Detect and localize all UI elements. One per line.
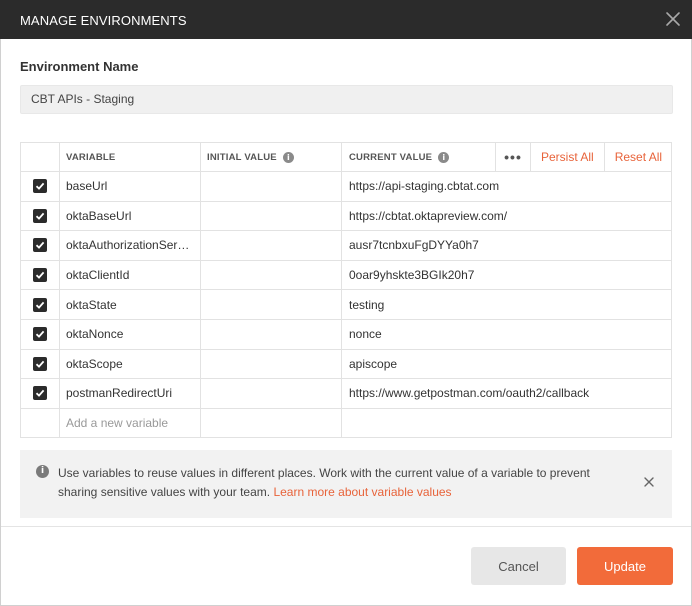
dialog-titlebar: MANAGE ENVIRONMENTS (0, 0, 692, 39)
variable-key-cell[interactable]: oktaNonce (60, 319, 201, 349)
dialog-title: MANAGE ENVIRONMENTS (20, 13, 187, 28)
reset-all-button[interactable]: Reset All (605, 143, 662, 171)
info-icon[interactable]: i (438, 151, 450, 163)
checkmark-icon (35, 183, 45, 191)
current-value-cell[interactable]: https://api-staging.cbtat.com (342, 172, 672, 201)
variable-key-cell[interactable]: oktaClientId (60, 260, 201, 290)
variable-key-cell[interactable]: oktaAuthorizationSer… (60, 231, 201, 260)
row-checkbox[interactable] (33, 356, 47, 371)
row-checkbox[interactable] (33, 327, 47, 342)
header-actions: ••• Persist All Reset All (495, 143, 662, 171)
update-button[interactable]: Update (577, 547, 673, 585)
initial-value-cell[interactable] (201, 231, 342, 260)
table-row: baseUrl https://api-staging.cbtat.com (21, 172, 671, 202)
current-value-cell[interactable]: https://cbtat.oktapreview.com/ (342, 202, 672, 231)
more-options-icon[interactable]: ••• (495, 143, 531, 171)
current-value-cell[interactable] (342, 409, 672, 438)
initial-value-cell[interactable] (201, 319, 342, 349)
checkmark-icon (35, 301, 45, 309)
variable-key-cell[interactable]: oktaBaseUrl (60, 201, 201, 231)
initial-value-cell[interactable] (201, 290, 342, 319)
checkmark-icon (35, 271, 45, 279)
table-row: oktaState testing (21, 290, 671, 320)
checkmark-icon (35, 242, 45, 250)
table-row: oktaBaseUrl https://cbtat.oktapreview.co… (21, 201, 672, 232)
checkmark-icon (35, 331, 45, 339)
row-checkbox[interactable] (33, 386, 47, 401)
add-variable-row: Add a new variable (21, 408, 672, 439)
variable-key-cell[interactable]: oktaScope (60, 349, 201, 379)
checkmark-icon (35, 360, 45, 368)
initial-value-cell[interactable] (201, 172, 342, 201)
initial-value-cell[interactable] (201, 260, 342, 290)
close-icon[interactable] (664, 10, 682, 28)
info-icon: i (36, 465, 49, 478)
learn-more-link[interactable]: Learn more about variable values (273, 485, 451, 499)
footer-divider (1, 526, 691, 527)
environment-name-input[interactable]: CBT APIs - Staging (20, 85, 673, 114)
initial-value-cell[interactable] (201, 408, 342, 438)
environment-name-label: Environment Name (20, 59, 139, 74)
row-checkbox[interactable] (33, 297, 47, 312)
cancel-button[interactable]: Cancel (471, 547, 566, 585)
current-value-cell[interactable]: https://www.getpostman.com/oauth2/callba… (342, 379, 672, 408)
header-initial-value: INITIAL VALUE i (201, 143, 342, 171)
checkmark-icon (35, 390, 45, 398)
row-checkbox[interactable] (33, 268, 47, 283)
dialog-border (0, 39, 1, 606)
current-value-cell[interactable]: 0oar9yhskte3BGIk20h7 (342, 261, 672, 290)
table-row: postmanRedirectUri https://www.getpostma… (21, 379, 671, 409)
initial-value-cell[interactable] (201, 379, 342, 408)
initial-value-cell[interactable] (201, 349, 342, 379)
row-checkbox[interactable] (33, 179, 47, 194)
current-value-cell[interactable]: apiscope (342, 350, 672, 379)
dismiss-icon[interactable] (643, 476, 655, 488)
table-row: oktaAuthorizationSer… ausr7tcnbxuFgDYYa0… (21, 231, 671, 261)
variables-table: VARIABLE INITIAL VALUE i CURRENT VALUE i… (20, 142, 672, 439)
row-checkbox[interactable] (33, 208, 47, 223)
info-icon[interactable]: i (282, 151, 294, 163)
current-value-cell[interactable]: nonce (342, 320, 672, 349)
current-value-cell[interactable]: testing (342, 290, 672, 319)
info-banner: i Use variables to reuse values in diffe… (20, 450, 672, 518)
header-checkbox-column (21, 143, 60, 171)
initial-value-cell[interactable] (201, 201, 342, 231)
table-header-row: VARIABLE INITIAL VALUE i CURRENT VALUE i… (21, 143, 671, 172)
table-row: oktaScope apiscope (21, 349, 672, 380)
persist-all-button[interactable]: Persist All (531, 143, 605, 171)
checkmark-icon (35, 212, 45, 220)
row-checkbox[interactable] (33, 238, 47, 253)
add-variable-input[interactable]: Add a new variable (60, 408, 201, 438)
info-message: Use variables to reuse values in differe… (58, 466, 590, 499)
variable-key-cell[interactable]: baseUrl (60, 172, 201, 201)
table-row: oktaNonce nonce (21, 319, 672, 350)
current-value-cell[interactable]: ausr7tcnbxuFgDYYa0h7 (342, 231, 672, 260)
variable-key-cell[interactable]: postmanRedirectUri (60, 379, 201, 408)
header-variable: VARIABLE (60, 143, 201, 171)
variable-key-cell[interactable]: oktaState (60, 290, 201, 319)
table-row: oktaClientId 0oar9yhskte3BGIk20h7 (21, 260, 672, 291)
